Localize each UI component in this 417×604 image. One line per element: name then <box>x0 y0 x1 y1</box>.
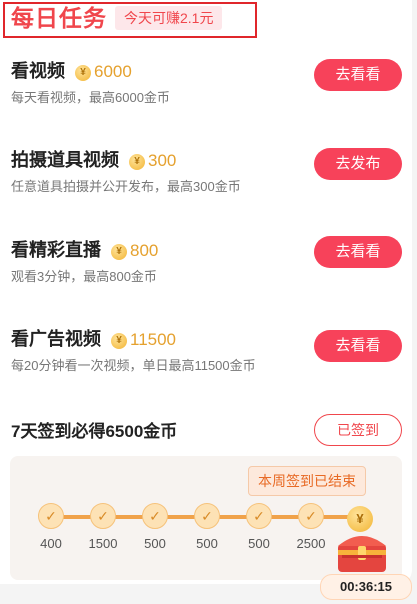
week-status-tag: 本周签到已结束 <box>248 466 366 496</box>
task-reward: 6000 <box>94 62 132 81</box>
task-description: 任意道具拍摄并公开发布，最高300金币 <box>11 179 241 194</box>
task-item: 看广告视频 ¥11500 每20分钟看一次视频，单日最高11500金币 去看看 <box>0 327 412 397</box>
task-reward: 800 <box>130 241 159 260</box>
watch-video-button[interactable]: 去看看 <box>314 59 402 91</box>
check-icon: ✓ <box>90 503 116 529</box>
task-description: 每20分钟看一次视频，单日最高11500金币 <box>11 358 256 373</box>
task-reward: 11500 <box>130 330 177 349</box>
task-name: 看广告视频 <box>11 329 101 349</box>
task-item: 拍摄道具视频 ¥300 任意道具拍摄并公开发布，最高300金币 去发布 <box>0 148 412 218</box>
check-icon: ✓ <box>298 503 324 529</box>
coin-icon: ¥ <box>129 154 145 170</box>
check-icon: ✓ <box>38 503 64 529</box>
watch-live-button[interactable]: 去看看 <box>314 236 402 268</box>
task-name: 看视频 <box>11 61 65 81</box>
daily-tasks-card: 每日任务 今天可赚2.1元 看视频 ¥6000 每天看视频，最高6000金币 去看… <box>0 0 412 600</box>
earn-today-badge: 今天可赚2.1元 <box>115 6 223 30</box>
signin-title: 7天签到必得6500金币 <box>11 422 178 441</box>
check-icon: ✓ <box>246 503 272 529</box>
countdown-timer: 00:36:15 <box>320 574 412 600</box>
signed-in-button[interactable]: 已签到 <box>314 414 402 446</box>
treasure-chest-icon[interactable] <box>332 524 392 576</box>
day-reward-value: 400 <box>40 536 62 551</box>
day-reward-value: 1500 <box>88 536 118 551</box>
task-name: 看精彩直播 <box>11 240 101 260</box>
task-item: 看精彩直播 ¥800 观看3分钟，最高800金币 去看看 <box>0 236 412 308</box>
task-item: 看视频 ¥6000 每天看视频，最高6000金币 去看看 <box>0 59 412 129</box>
page-title: 每日任务 <box>11 5 107 31</box>
day-reward-value: 2500 <box>296 536 326 551</box>
coin-icon: ¥ <box>111 244 127 260</box>
task-reward: 300 <box>148 151 177 170</box>
task-description: 每天看视频，最高6000金币 <box>11 90 170 105</box>
task-name: 拍摄道具视频 <box>11 150 119 170</box>
publish-button[interactable]: 去发布 <box>314 148 402 180</box>
coin-icon: ¥ <box>111 333 127 349</box>
check-icon: ✓ <box>194 503 220 529</box>
check-icon: ✓ <box>142 503 168 529</box>
day-reward-value: 500 <box>196 536 218 551</box>
watch-ad-button[interactable]: 去看看 <box>314 330 402 362</box>
task-description: 观看3分钟，最高800金币 <box>11 269 157 284</box>
day-reward-value: 500 <box>248 536 270 551</box>
day-reward-value: 500 <box>144 536 166 551</box>
coin-icon: ¥ <box>75 65 91 81</box>
